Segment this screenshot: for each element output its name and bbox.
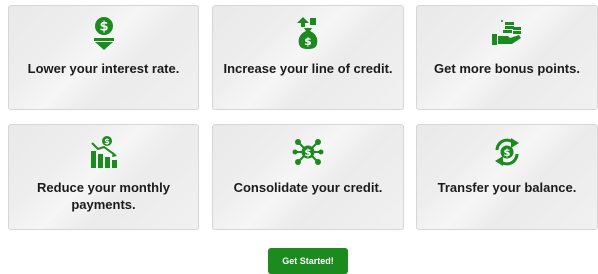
dollar-down-arrow-icon: $ bbox=[92, 15, 116, 51]
money-bag-up-arrow-icon: $ bbox=[295, 15, 321, 51]
option-card-reduce-payments[interactable]: $ Reduce your monthly payments. bbox=[8, 124, 199, 230]
option-card-increase-credit-line[interactable]: $ Increase your line of credit. bbox=[212, 5, 404, 110]
dollar-network-icon: $ bbox=[292, 134, 324, 170]
option-card-consolidate-credit[interactable]: $ Consolidate your credit. bbox=[212, 124, 404, 230]
option-label: Get more bonus points. bbox=[434, 61, 580, 76]
svg-text:$: $ bbox=[304, 35, 312, 48]
option-card-bonus-points[interactable]: Get more bonus points. bbox=[416, 5, 598, 110]
option-label: Consolidate your credit. bbox=[233, 180, 383, 195]
declining-chart-dollar-icon: $ bbox=[88, 134, 120, 170]
option-label: Transfer your balance. bbox=[437, 180, 577, 195]
dollar-transfer-icon: $ bbox=[492, 134, 522, 170]
option-card-lower-interest-rate[interactable]: $ Lower your interest rate. bbox=[8, 5, 199, 110]
get-started-button[interactable]: Get Started! bbox=[268, 248, 348, 274]
option-label: Lower your interest rate. bbox=[27, 61, 180, 76]
svg-text:$: $ bbox=[99, 20, 108, 35]
option-label: Reduce your monthly payments. bbox=[37, 180, 170, 212]
svg-text:$: $ bbox=[104, 137, 110, 146]
option-label: Increase your line of credit. bbox=[223, 61, 393, 76]
svg-text:$: $ bbox=[504, 148, 511, 159]
hand-coins-icon bbox=[492, 15, 522, 51]
option-card-transfer-balance[interactable]: $ Transfer your balance. bbox=[416, 124, 598, 230]
svg-text:$: $ bbox=[305, 148, 312, 159]
